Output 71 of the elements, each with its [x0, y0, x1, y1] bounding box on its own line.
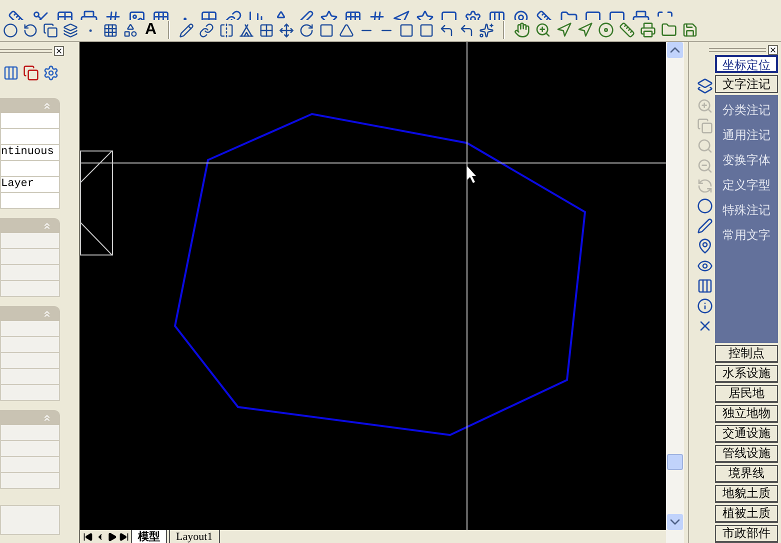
- category-button[interactable]: 水系设施: [715, 365, 778, 383]
- layout-tab[interactable]: 模型: [131, 530, 167, 543]
- tool-icon[interactable]: [697, 298, 713, 314]
- toolbar-icon[interactable]: [618, 22, 635, 38]
- tool-icon[interactable]: [697, 278, 713, 294]
- toolbar-icon[interactable]: [418, 22, 434, 38]
- toolbar-icon[interactable]: [660, 22, 677, 38]
- category-button[interactable]: 居民地: [715, 385, 778, 403]
- category-button[interactable]: 交通设施: [715, 425, 778, 443]
- toolbar-icon[interactable]: [458, 22, 474, 38]
- property-row[interactable]: Layer: [0, 177, 60, 193]
- tool-icon[interactable]: [697, 258, 713, 274]
- toolbar-icon[interactable]: [43, 22, 58, 38]
- toolbar-icon[interactable]: [258, 22, 274, 38]
- panel-grip[interactable]: [0, 49, 52, 53]
- toolbar-icon[interactable]: [478, 22, 494, 38]
- toolbar-icon[interactable]: [63, 22, 78, 38]
- panel-button[interactable]: 坐标定位: [715, 55, 778, 73]
- category-button[interactable]: 独立地物: [715, 405, 778, 423]
- close-icon[interactable]: [768, 44, 778, 54]
- toolbar-icon[interactable]: [238, 22, 254, 38]
- category-button[interactable]: 控制点: [715, 345, 778, 363]
- category-button[interactable]: 植被土质: [715, 505, 778, 523]
- category-button[interactable]: 市政部件: [715, 525, 778, 543]
- toolbar-icon[interactable]: [534, 22, 551, 38]
- toolbar-icon[interactable]: [398, 22, 414, 38]
- category-button[interactable]: 管线设施: [715, 445, 778, 463]
- toolbar-icon[interactable]: [278, 22, 294, 38]
- info-box: [0, 505, 60, 535]
- vertical-scrollbar[interactable]: [666, 42, 684, 543]
- toolbar-icon[interactable]: [598, 22, 614, 38]
- category-button[interactable]: 地貌土质: [715, 485, 778, 503]
- tab-nav-icon[interactable]: [119, 532, 129, 542]
- toolbar-icon[interactable]: [298, 22, 314, 38]
- panel-button[interactable]: 文字注记: [715, 75, 778, 93]
- group-item[interactable]: 定义字型: [722, 176, 770, 195]
- text-tool-button[interactable]: A: [143, 22, 159, 38]
- group-item[interactable]: 分类注记: [722, 101, 770, 120]
- toolbar-icon[interactable]: [556, 22, 572, 38]
- category-button[interactable]: 境界线: [715, 465, 778, 483]
- tool-icon[interactable]: [697, 198, 713, 214]
- toolbar-icon[interactable]: [576, 22, 593, 38]
- group-item[interactable]: 特殊注记: [722, 201, 770, 220]
- toolbar-icon[interactable]: [338, 22, 354, 38]
- tool-icon[interactable]: [697, 218, 713, 234]
- toolbar-icon[interactable]: [103, 22, 118, 38]
- toolbar-icon[interactable]: [123, 22, 138, 38]
- panel-grip[interactable]: [709, 48, 766, 52]
- scroll-thumb[interactable]: [667, 454, 683, 470]
- layout-tab[interactable]: Layout1: [169, 530, 220, 543]
- toolbar-icon[interactable]: [23, 22, 38, 38]
- scroll-down-icon[interactable]: [667, 514, 683, 530]
- toolbar-icon[interactable]: [3, 22, 18, 38]
- toolbar-icon[interactable]: [682, 22, 698, 38]
- toolbar-icon[interactable]: [514, 22, 530, 38]
- toolbar-icon[interactable]: [198, 22, 214, 38]
- group-item[interactable]: 常用文字: [722, 226, 770, 245]
- toolbar-icon[interactable]: [318, 22, 334, 38]
- group-item[interactable]: 通用注记: [722, 126, 770, 145]
- toolbar-icon[interactable]: [640, 22, 656, 38]
- scroll-up-icon[interactable]: [667, 42, 683, 58]
- close-icon[interactable]: [54, 46, 64, 56]
- toolbar-icon[interactable]: [178, 22, 194, 38]
- group-item[interactable]: 变换字体: [722, 151, 770, 170]
- toolbar-icon[interactable]: [218, 22, 234, 38]
- pointer-icon: [467, 166, 476, 183]
- tool-icon[interactable]: [697, 78, 713, 94]
- tool-icon[interactable]: [697, 238, 713, 254]
- tab-nav-icon[interactable]: [83, 532, 93, 542]
- property-row[interactable]: ntinuous: [0, 145, 60, 161]
- toolbar-icon[interactable]: [438, 22, 454, 38]
